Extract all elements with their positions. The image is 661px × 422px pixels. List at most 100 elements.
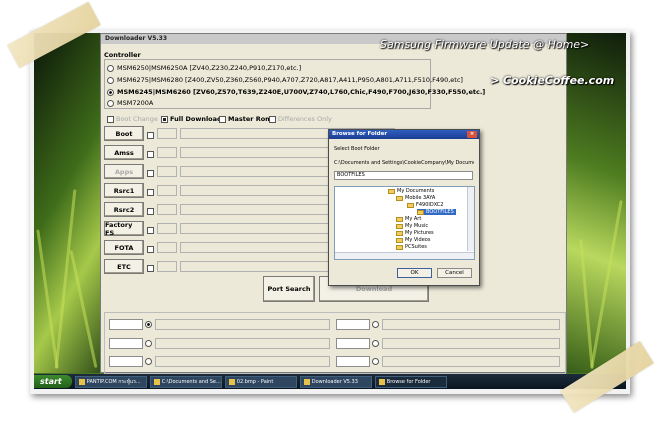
option-master-rom[interactable]: Master Rom <box>219 115 272 123</box>
tree-item[interactable]: My Music <box>396 223 428 229</box>
browser-icon <box>78 378 85 385</box>
boot-button[interactable]: Boot <box>104 126 144 141</box>
tree-item-label: BOOTFILES <box>426 209 454 215</box>
port-progress <box>382 356 560 367</box>
port-field <box>336 338 370 349</box>
taskbar-item[interactable]: PANTIP.COM กระทู้แร... <box>74 375 147 388</box>
browse-folder-dialog: Browse for Folder × Select Boot Folder C… <box>328 129 480 286</box>
etc-button[interactable]: ETC <box>104 259 144 274</box>
folder-input[interactable]: BOOTFILES <box>334 171 473 180</box>
ok-button[interactable]: OK <box>397 268 432 278</box>
checkbox-icon <box>147 207 154 215</box>
tree-horizontal-scrollbar[interactable] <box>335 252 474 259</box>
size-field[interactable] <box>157 242 177 253</box>
row-checkbox[interactable] <box>147 226 156 234</box>
tree-item-selected[interactable]: BOOTFILES <box>417 209 456 215</box>
port-field <box>109 356 143 367</box>
apps-button[interactable]: Apps <box>104 164 144 179</box>
tree-item-label: My Art <box>405 216 422 222</box>
option-label: Full Download <box>170 115 222 123</box>
folder-tree[interactable]: My Documents Mobile 3AYA F490IDXC2 BOOTF… <box>334 186 475 260</box>
checkbox-icon <box>147 226 154 234</box>
port-radio[interactable] <box>372 357 382 365</box>
rsrc1-button[interactable]: Rsrc1 <box>104 183 144 198</box>
checkbox-icon <box>147 264 154 272</box>
option-label: Differences Only <box>278 115 332 123</box>
row-checkbox[interactable] <box>147 264 156 272</box>
tree-item[interactable]: My Documents <box>388 188 434 194</box>
factory-fs-button[interactable]: Factory FS <box>104 221 144 237</box>
row-checkbox[interactable] <box>147 169 156 177</box>
taskbar-item-label: 02.bmp - Paint <box>236 378 274 385</box>
radio-icon <box>145 339 152 347</box>
folder-icon <box>396 195 403 201</box>
row-checkbox[interactable] <box>147 150 156 158</box>
model-label: MSM6245|MSM6260 [ZV60,Z570,T639,Z240E,U7… <box>117 88 486 96</box>
tree-item[interactable]: PCSuites <box>396 244 427 250</box>
start-button[interactable]: start <box>34 375 72 388</box>
size-field[interactable] <box>157 204 177 215</box>
size-field[interactable] <box>157 147 177 158</box>
dialog-path: C:\Documents and Settings\CookieCompany\… <box>334 160 474 166</box>
radio-selected-icon <box>107 88 114 96</box>
tree-vertical-scrollbar[interactable] <box>467 187 474 251</box>
dialog-title: Browse for Folder <box>332 131 388 137</box>
port-search-button[interactable]: Port Search <box>263 276 315 302</box>
port-radio[interactable] <box>372 320 382 328</box>
taskbar-item-active[interactable]: Browse for Folder <box>374 375 447 388</box>
tree-item[interactable]: Mobile 3AYA <box>396 195 435 201</box>
option-full-download[interactable]: Full Download <box>161 115 222 123</box>
taskbar-item[interactable]: C:\Documents and Se... <box>149 375 222 388</box>
taskbar-item[interactable]: 02.bmp - Paint <box>224 375 297 388</box>
option-differences-only[interactable]: Differences Only <box>269 115 332 123</box>
tree-item[interactable]: My Pictures <box>396 230 434 236</box>
port-radio[interactable] <box>372 339 382 347</box>
model-label: MSM6250|MSM6250A [ZV40,Z230,Z240,P910,Z1… <box>117 64 302 72</box>
overlay-heading: Samsung Firmware Update @ Home> <box>380 38 590 51</box>
port-progress <box>382 338 560 349</box>
taskbar-item[interactable]: Downloader V5.33 <box>299 375 372 388</box>
size-field[interactable] <box>157 223 177 234</box>
folder-icon <box>396 244 403 250</box>
tree-item-label: Mobile 3AYA <box>405 195 436 201</box>
port-progress <box>155 356 330 367</box>
row-checkbox[interactable] <box>147 207 156 215</box>
dialog-titlebar: Browse for Folder × <box>329 130 479 139</box>
rsrc2-button[interactable]: Rsrc2 <box>104 202 144 217</box>
fota-button[interactable]: FOTA <box>104 240 144 255</box>
size-field[interactable] <box>157 166 177 177</box>
radio-selected-icon <box>145 320 152 328</box>
tree-item[interactable]: F490IDXC2 <box>407 202 443 208</box>
cancel-button[interactable]: Cancel <box>437 268 472 278</box>
taskbar-item-label: C:\Documents and Se... <box>161 378 221 385</box>
model-label: MSM6275|MSM6280 [Z400,ZV50,Z360,Z560,P94… <box>117 76 463 84</box>
folder-icon <box>407 202 414 208</box>
model-radio-0[interactable]: MSM6250|MSM6250A [ZV40,Z230,Z240,P910,Z1… <box>107 64 301 72</box>
radio-icon <box>372 320 379 328</box>
port-radio[interactable] <box>145 320 155 328</box>
taskbar-item-label: Browse for Folder <box>386 378 431 385</box>
model-radio-3[interactable]: MSM7200A <box>107 99 153 107</box>
close-icon[interactable]: × <box>467 131 477 138</box>
port-field <box>336 356 370 367</box>
size-field[interactable] <box>157 261 177 272</box>
checkbox-checked-icon <box>161 115 168 123</box>
tree-item-label: F490IDXC2 <box>416 202 444 208</box>
port-radio[interactable] <box>145 357 155 365</box>
row-checkbox[interactable] <box>147 245 156 253</box>
tree-item[interactable]: My Art <box>396 216 421 222</box>
amss-button[interactable]: Amss <box>104 145 144 160</box>
start-label: start <box>40 377 62 386</box>
row-checkbox[interactable] <box>147 131 156 139</box>
tree-item-label: My Videos <box>405 237 431 243</box>
radio-icon <box>372 357 379 365</box>
model-radio-2[interactable]: MSM6245|MSM6260 [ZV60,Z570,T639,Z240E,U7… <box>107 88 485 96</box>
row-checkbox[interactable] <box>147 188 156 196</box>
radio-icon <box>107 99 114 107</box>
size-field[interactable] <box>157 128 177 139</box>
port-radio[interactable] <box>145 339 155 347</box>
tree-item[interactable]: My Videos <box>396 237 430 243</box>
model-radio-1[interactable]: MSM6275|MSM6280 [Z400,ZV50,Z360,Z560,P94… <box>107 76 463 84</box>
size-field[interactable] <box>157 185 177 196</box>
option-boot-change[interactable]: Boot Change <box>107 115 158 123</box>
